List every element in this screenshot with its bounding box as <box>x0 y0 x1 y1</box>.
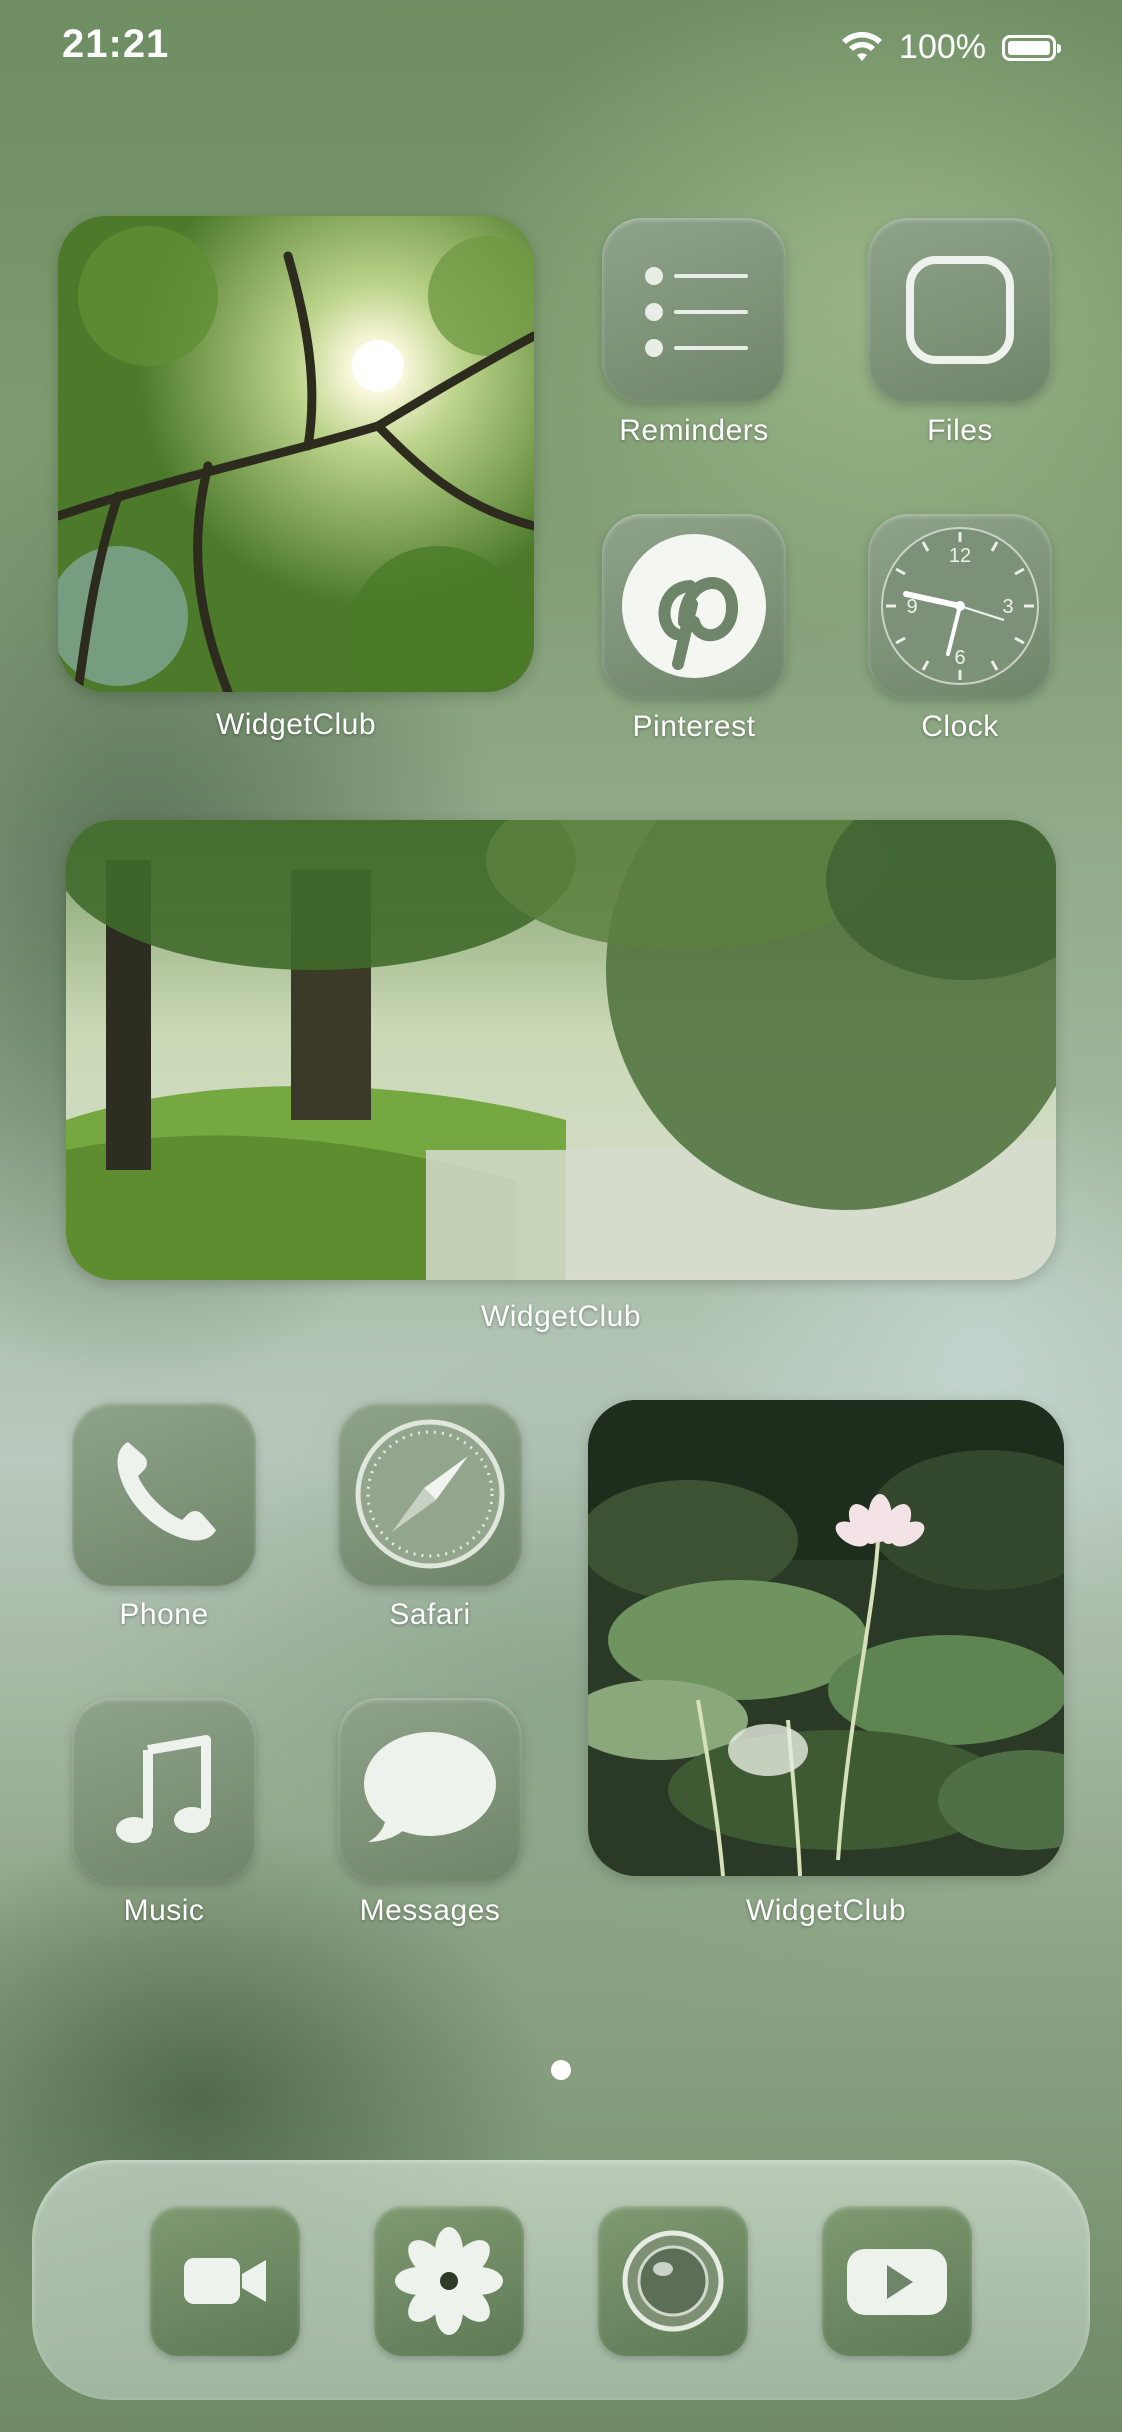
widget-label-wide: WidgetClub <box>480 1300 642 1333</box>
status-bar: 21:21 100% <box>0 22 1122 82</box>
messages-label: Messages <box>359 1894 501 1927</box>
phone-label: Phone <box>119 1598 209 1631</box>
youtube-app-icon[interactable] <box>822 2206 972 2356</box>
safari-label: Safari <box>389 1598 471 1631</box>
pinterest-label: Pinterest <box>632 710 756 743</box>
wifi-icon <box>842 31 883 61</box>
clock-app-icon[interactable]: 12 3 6 9 <box>868 514 1052 698</box>
reminders-icon <box>645 267 748 357</box>
phone-app-icon[interactable] <box>72 1402 256 1586</box>
clock-numeral-6: 6 <box>954 647 965 669</box>
widget-label-top: WidgetClub <box>215 708 377 741</box>
battery-icon <box>1002 34 1061 61</box>
widgetclub-photo-widget-lotus[interactable] <box>588 1400 1064 1876</box>
camera-icon <box>622 2230 724 2332</box>
facetime-app-icon[interactable] <box>150 2206 300 2356</box>
clock-numeral-3: 3 <box>1002 596 1013 618</box>
music-label: Music <box>123 1894 205 1927</box>
facetime-icon <box>184 2258 266 2304</box>
photos-app-icon[interactable] <box>374 2206 524 2356</box>
clock-label: Clock <box>921 710 999 743</box>
forest-pond-photo <box>66 820 1056 1280</box>
clock-numeral-9: 9 <box>906 596 917 618</box>
photos-icon <box>395 2227 503 2335</box>
status-time: 21:21 <box>62 22 170 66</box>
pinterest-icon <box>622 534 766 678</box>
files-app-icon[interactable] <box>868 218 1052 402</box>
messages-app-icon[interactable] <box>338 1698 522 1882</box>
camera-app-icon[interactable] <box>598 2206 748 2356</box>
phone-icon <box>117 1442 216 1541</box>
music-app-icon[interactable] <box>72 1698 256 1882</box>
widgetclub-photo-widget-wide[interactable] <box>66 820 1056 1280</box>
widgetclub-photo-widget-top[interactable] <box>58 216 534 692</box>
reminders-app-icon[interactable] <box>602 218 786 402</box>
page-indicator-dot[interactable] <box>551 2060 571 2080</box>
lotus-photo <box>588 1400 1064 1876</box>
safari-icon <box>355 1419 505 1569</box>
message-bubble-icon <box>364 1732 496 1842</box>
files-label: Files <box>927 414 993 447</box>
safari-app-icon[interactable] <box>338 1402 522 1586</box>
status-right: 100% <box>841 28 1061 67</box>
files-icon <box>906 256 1014 364</box>
tree-canopy-photo <box>58 216 534 692</box>
pinterest-app-icon[interactable] <box>602 514 786 698</box>
youtube-icon <box>847 2249 947 2315</box>
widget-label-lotus: WidgetClub <box>745 1894 907 1927</box>
clock-icon: 12 3 6 9 <box>881 527 1039 685</box>
clock-numeral-12: 12 <box>949 545 971 567</box>
music-note-icon <box>116 1735 211 1843</box>
reminders-label: Reminders <box>619 414 769 447</box>
dock <box>32 2160 1090 2400</box>
battery-percent: 100% <box>899 28 986 66</box>
